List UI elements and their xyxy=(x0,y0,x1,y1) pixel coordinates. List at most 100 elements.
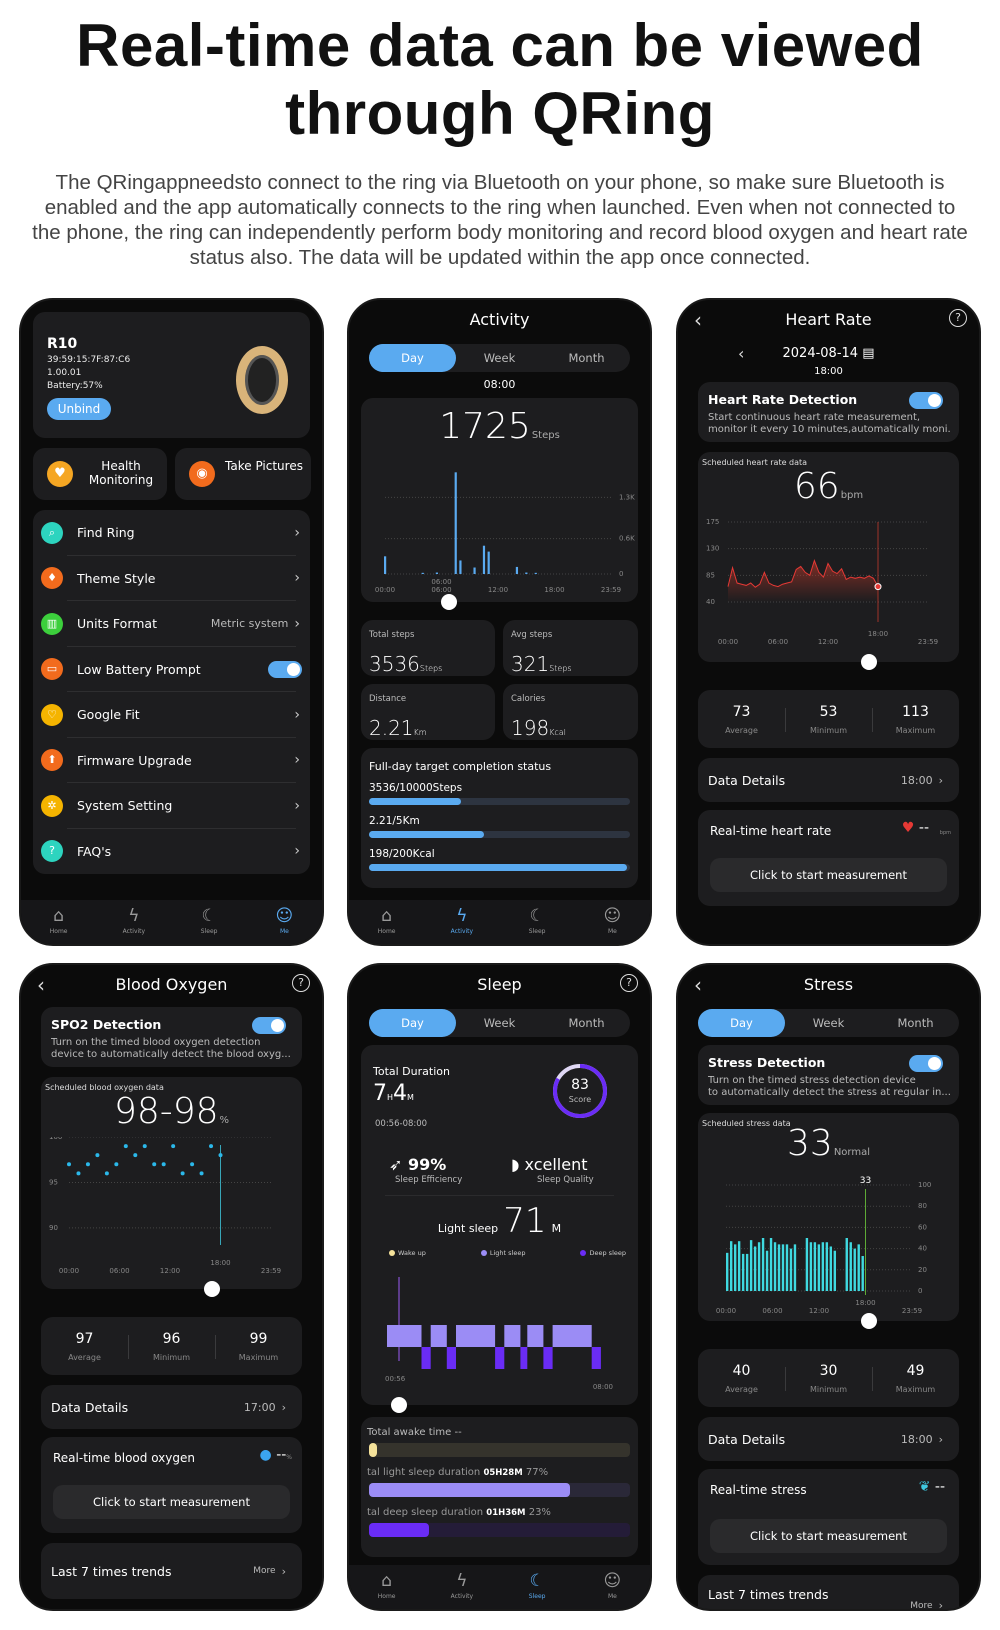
data-details-time: 17:00 xyxy=(243,1400,276,1414)
segment-week[interactable]: Week xyxy=(456,344,543,372)
menu-item-theme-style[interactable]: ♦ Theme Style › xyxy=(33,556,310,601)
segment-week[interactable]: Week xyxy=(785,1009,872,1037)
x-tick-label: 18:00 xyxy=(210,1259,230,1267)
data-details-row[interactable]: Data Details 17:00 › xyxy=(41,1385,302,1429)
deep-sleep-segment xyxy=(421,1347,431,1369)
tab-me[interactable]: ☺ Me xyxy=(575,1565,650,1609)
spo2-point xyxy=(67,1162,71,1167)
x-tick-label: 12:00 xyxy=(488,586,508,594)
chart-scrubber[interactable] xyxy=(441,594,457,610)
selected-point xyxy=(874,583,882,591)
stat-label: Minimum xyxy=(809,725,848,735)
quick-take-pictures[interactable]: ◉ Take Pictures xyxy=(175,448,311,500)
heart-rate-stats: 73 Average 53 Minimum 113 Maximum xyxy=(698,690,959,748)
stress-bar xyxy=(809,1242,813,1291)
period-segmented-control: Day Week Month xyxy=(369,344,630,372)
start-measurement-button[interactable]: Click to start measurement xyxy=(710,1519,947,1553)
spo2-point xyxy=(180,1171,185,1176)
end-time-label: 08:00 xyxy=(593,1383,613,1391)
quick-health-monitoring[interactable]: ♥ Health Monitoring xyxy=(33,448,167,500)
menu-item-find-ring[interactable]: ⌕ Find Ring › xyxy=(33,510,310,556)
tab-sleep[interactable]: ☾ Sleep xyxy=(500,900,575,944)
segment-day[interactable]: Day xyxy=(369,1009,456,1037)
segment-day[interactable]: Day xyxy=(698,1009,785,1037)
sleep-range: 00:56-08:00 xyxy=(375,1119,428,1129)
stat-minimum: 30 Minimum xyxy=(785,1363,872,1394)
menu-item-google-fit[interactable]: ♡ Google Fit › xyxy=(33,692,310,738)
tab-activity[interactable]: ϟ Activity xyxy=(424,1565,499,1609)
data-details-row[interactable]: Data Details 18:00 › xyxy=(698,758,959,802)
spo2-detection-toggle[interactable] xyxy=(252,1017,286,1034)
stress-bar-chart: 0 20 40 60 80 100 33 00:00 06:00 12:00 18:00 23:59 xyxy=(716,1176,931,1315)
awake-bar xyxy=(369,1443,630,1457)
legend-item: Wake up xyxy=(389,1249,426,1257)
stat-label: Maximum xyxy=(238,1352,279,1362)
segment-month[interactable]: Month xyxy=(543,344,630,372)
realtime-stress-card: Real-time stress ❦ -- Click to start mea… xyxy=(698,1469,959,1565)
menu-item-label: System Setting xyxy=(77,798,173,814)
segment-month[interactable]: Month xyxy=(543,1009,630,1037)
data-details-label: Data Details xyxy=(708,772,786,788)
heart-rate-detection-toggle[interactable] xyxy=(909,392,943,409)
sleep-quality-value: ◗ xcellent xyxy=(511,1155,588,1174)
data-details-row[interactable]: Data Details 18:00 › xyxy=(698,1417,959,1461)
x-tick-label: 23:59 xyxy=(261,1267,281,1275)
tab-activity[interactable]: ϟ Activity xyxy=(424,900,499,944)
start-measurement-button[interactable]: Click to start measurement xyxy=(53,1485,290,1519)
tab-home[interactable]: ⌂ Home xyxy=(349,1565,424,1609)
menu-item-faq-s[interactable]: ? FAQ's › xyxy=(33,829,310,875)
chevron-right-icon: › xyxy=(294,570,300,587)
help-icon[interactable]: ? xyxy=(292,974,310,992)
spo2-point xyxy=(133,1153,138,1158)
start-measurement-button[interactable]: Click to start measurement xyxy=(710,858,947,892)
realtime-label: Real-time blood oxygen xyxy=(53,1451,195,1465)
menu-item-firmware-upgrade[interactable]: ⬆ Firmware Upgrade › xyxy=(33,738,310,783)
last-7-trends-row[interactable]: Last 7 times trends More › xyxy=(698,1575,959,1609)
more-link[interactable]: More xyxy=(910,1601,932,1609)
tab-home[interactable]: ⌂ Home xyxy=(349,900,424,944)
stress-detection-toggle[interactable] xyxy=(909,1055,943,1072)
tab-home[interactable]: ⌂ Home xyxy=(21,900,96,944)
chart-scrubber[interactable] xyxy=(204,1281,220,1297)
more-link[interactable]: More xyxy=(253,1566,275,1576)
chart-scrubber[interactable] xyxy=(861,654,877,670)
moon-icon: ☾ xyxy=(529,1571,545,1591)
tab-activity[interactable]: ϟ Activity xyxy=(96,900,171,944)
segment-week[interactable]: Week xyxy=(456,1009,543,1037)
spo2-point xyxy=(161,1162,166,1167)
legend-dot xyxy=(389,1250,395,1256)
unbind-button[interactable]: Unbind xyxy=(47,398,111,420)
light-sleep-segment xyxy=(387,1325,422,1347)
menu-item-units-format[interactable]: ▥ Units Format Metric system › xyxy=(33,601,310,647)
stress-bar xyxy=(853,1248,856,1291)
steps-bar-chart: 0 0.6K 1.3K 00:00 06:00 12:00 18:00 23:59 06:00 xyxy=(375,472,635,594)
low-battery-toggle[interactable] xyxy=(268,660,302,678)
step-bar xyxy=(435,572,438,574)
tab-me[interactable]: ☺ Me xyxy=(575,900,650,944)
y-tick-label: 100 xyxy=(918,1181,931,1189)
step-bar xyxy=(384,556,387,574)
person-icon: ☺ xyxy=(603,1571,622,1591)
tab-sleep[interactable]: ☾ Sleep xyxy=(500,1565,575,1609)
help-icon[interactable]: ? xyxy=(620,974,638,992)
data-details-label: Data Details xyxy=(51,1399,129,1415)
segment-day[interactable]: Day xyxy=(369,344,456,372)
date-picker[interactable]: 2024-08-14 ▤ xyxy=(678,346,979,361)
chart-scrubber[interactable] xyxy=(861,1313,877,1329)
tab-sleep[interactable]: ☾ Sleep xyxy=(172,900,247,944)
menu-item-system-setting[interactable]: ✲ System Setting › xyxy=(33,783,310,829)
target-label: 3536/10000Steps xyxy=(369,782,463,794)
legend-label: Wake up xyxy=(398,1249,426,1257)
menu-item-low-battery-prompt[interactable]: ▭ Low Battery Prompt xyxy=(33,647,310,692)
segment-month[interactable]: Month xyxy=(872,1009,959,1037)
tab-label: Home xyxy=(377,1593,396,1600)
chevron-right-icon: › xyxy=(294,615,300,632)
rocket-icon: ➶ xyxy=(389,1155,403,1174)
y-tick-label: 40 xyxy=(706,598,715,606)
stress-bar xyxy=(833,1250,837,1291)
chart-scrubber[interactable] xyxy=(391,1397,407,1413)
help-icon[interactable]: ? xyxy=(949,309,967,327)
device-mac: 39:59:15:7F:87:C6 xyxy=(47,355,131,365)
last-7-trends-row[interactable]: Last 7 times trends More › xyxy=(41,1543,302,1599)
tab-me[interactable]: ☺ Me xyxy=(247,900,322,944)
